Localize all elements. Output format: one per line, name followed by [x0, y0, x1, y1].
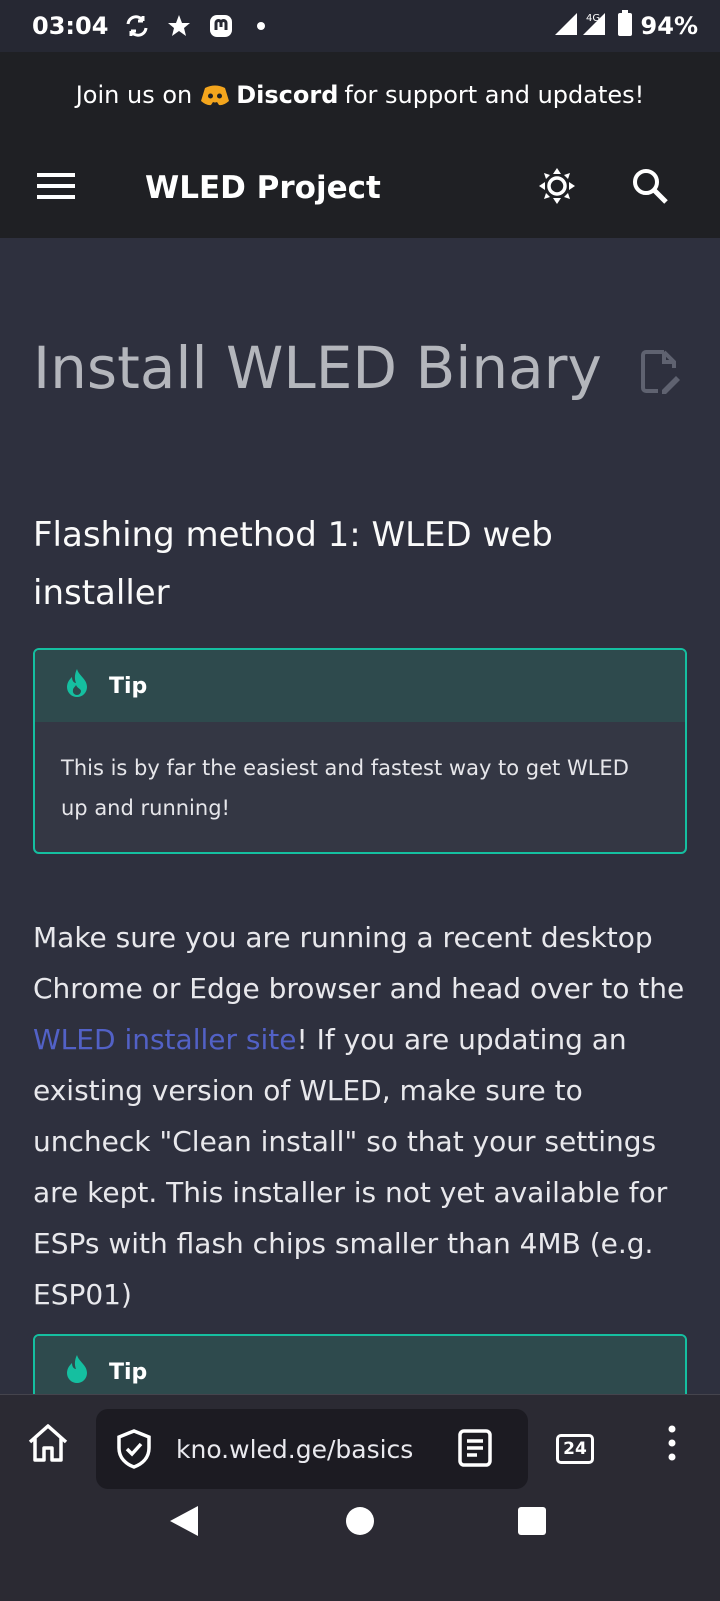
battery-icon	[617, 9, 633, 43]
tip-header: Tip	[35, 650, 685, 722]
tip-label-2: Tip	[109, 1359, 148, 1385]
shield-icon[interactable]	[116, 1429, 152, 1473]
tip-admonition-2: Tip	[33, 1334, 687, 1394]
tip-label: Tip	[109, 673, 148, 699]
home-nav-button[interactable]	[340, 1503, 380, 1543]
announcement-bar: Join us on Discord for support and updat…	[0, 52, 720, 138]
circle-home-icon	[345, 1506, 375, 1540]
section-title: Flashing method 1: WLED web installer	[33, 515, 553, 613]
paragraph-text-end: ! If you are updating an existing versio…	[33, 1023, 668, 1311]
search-button[interactable]	[626, 164, 674, 212]
tip-body: This is by far the easiest and fastest w…	[61, 756, 629, 820]
theme-icon	[537, 166, 577, 210]
star-icon	[166, 14, 192, 38]
page-title: Install WLED Binary	[33, 334, 602, 402]
tabs-button[interactable]: 24	[556, 1434, 594, 1464]
instructions-paragraph: Make sure you are running a recent deskt…	[33, 912, 693, 1320]
search-icon	[631, 167, 669, 209]
installer-site-link[interactable]: WLED installer site	[33, 1023, 296, 1056]
paragraph-text-start: Make sure you are running a recent deskt…	[33, 921, 685, 1005]
square-recents-icon	[517, 1506, 547, 1540]
tab-count: 24	[563, 1439, 587, 1459]
home-button[interactable]	[24, 1421, 72, 1469]
tip-admonition: Tip This is by far the easiest and faste…	[33, 648, 687, 854]
site-header: WLED Project	[0, 138, 720, 238]
browser-toolbar: kno.wled.ge/basics 24	[0, 1394, 720, 1601]
status-bar: 03:04 4G 94%	[0, 0, 720, 52]
address-bar[interactable]: kno.wled.ge/basics	[96, 1409, 528, 1489]
mastodon-icon	[208, 13, 234, 39]
signal-icon: 4G	[553, 9, 609, 43]
discord-icon	[200, 84, 230, 106]
theme-toggle-button[interactable]	[533, 164, 581, 212]
menu-icon	[37, 172, 75, 204]
back-icon	[168, 1504, 200, 1542]
edit-page-icon[interactable]	[640, 350, 680, 398]
recents-nav-button[interactable]	[512, 1503, 552, 1543]
reader-icon[interactable]	[458, 1429, 492, 1471]
flame-icon-2	[65, 1354, 89, 1390]
more-icon	[667, 1424, 677, 1466]
discord-link[interactable]: Discord	[236, 81, 338, 109]
status-time: 03:04	[32, 12, 109, 40]
network-label: 4G	[586, 13, 600, 24]
flame-icon	[65, 668, 89, 704]
sync-icon	[124, 14, 150, 38]
battery-percent: 94%	[640, 12, 698, 40]
url-text[interactable]: kno.wled.ge/basics	[176, 1435, 438, 1464]
announcement-prefix: Join us on	[75, 81, 193, 109]
menu-button[interactable]	[32, 164, 80, 212]
page-content: Install WLED Binary Flashing method 1: W…	[0, 238, 720, 1394]
site-title[interactable]: WLED Project	[145, 170, 381, 206]
home-icon	[26, 1422, 70, 1468]
announcement-suffix: for support and updates!	[344, 81, 645, 109]
more-button[interactable]	[652, 1421, 692, 1469]
back-nav-button[interactable]	[168, 1503, 200, 1543]
tip-header-2: Tip	[35, 1336, 685, 1394]
dot-icon	[256, 21, 266, 31]
